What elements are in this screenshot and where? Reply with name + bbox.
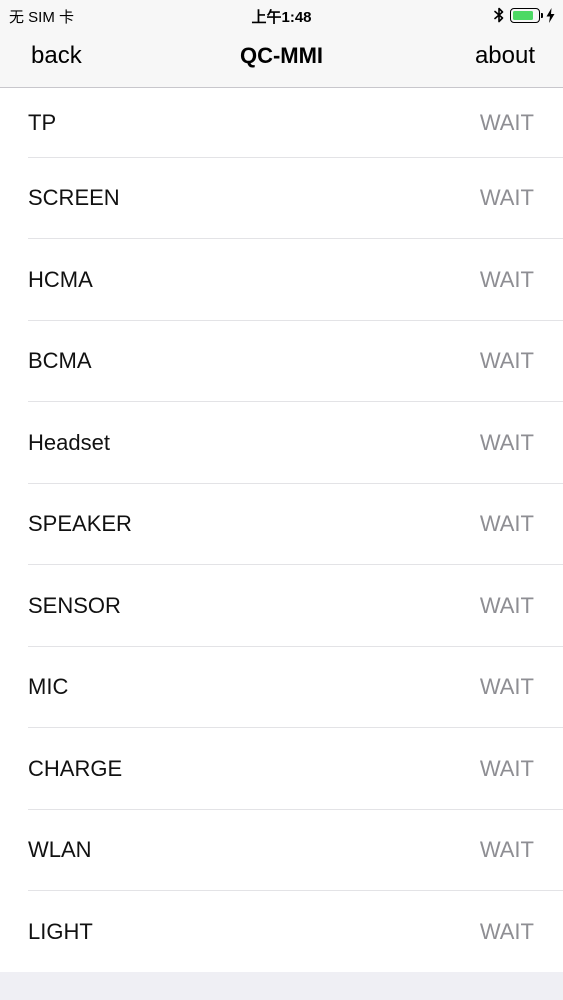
test-status: WAIT [479,511,534,537]
test-label: TP [28,109,57,135]
battery-level-fill [513,10,534,20]
test-label: MIC [28,674,69,700]
test-label: BCMA [28,348,92,374]
test-status: WAIT [479,674,534,700]
test-row-screen[interactable]: SCREEN WAIT [0,158,563,240]
navigation-bar: back QC-MMI about [0,30,563,88]
test-status: WAIT [479,837,534,863]
test-label: HCMA [28,266,93,292]
test-label: Headset [28,429,110,455]
test-status: WAIT [479,755,534,781]
qc-mmi-screen: 无 SIM 卡 上午1:48 back QC-MMI about TP WAIT… [0,0,563,1000]
test-row-charge[interactable]: CHARGE WAIT [0,728,563,810]
test-row-sensor[interactable]: SENSOR WAIT [0,565,563,647]
test-status: WAIT [479,266,534,292]
charging-bolt-icon [546,7,555,23]
status-bar: 无 SIM 卡 上午1:48 [0,0,563,30]
test-status: WAIT [479,348,534,374]
test-label: SPEAKER [28,511,132,537]
test-status: WAIT [479,109,534,135]
test-row-mic[interactable]: MIC WAIT [0,647,563,729]
battery-icon [510,7,543,23]
test-row-headset[interactable]: Headset WAIT [0,402,563,484]
test-status: WAIT [479,592,534,618]
about-button[interactable]: about [475,42,535,70]
test-row-tp[interactable]: TP WAIT [0,88,563,158]
test-row-bcma[interactable]: BCMA WAIT [0,321,563,403]
test-status: WAIT [479,185,534,211]
status-icons [494,5,555,25]
test-row-hcma[interactable]: HCMA WAIT [0,239,563,321]
test-label: LIGHT [28,918,93,944]
test-list: TP WAIT SCREEN WAIT HCMA WAIT BCMA WAIT … [0,88,563,972]
test-label: SENSOR [28,592,121,618]
test-status: WAIT [479,918,534,944]
test-label: WLAN [28,837,92,863]
test-label: SCREEN [28,185,120,211]
test-row-speaker[interactable]: SPEAKER WAIT [0,484,563,566]
back-button[interactable]: back [31,42,82,70]
test-row-light[interactable]: LIGHT WAIT [0,891,563,973]
test-row-wlan[interactable]: WLAN WAIT [0,810,563,892]
test-label: CHARGE [28,755,123,781]
bluetooth-icon [494,7,504,23]
clock: 上午1:48 [251,9,312,26]
test-status: WAIT [479,429,534,455]
